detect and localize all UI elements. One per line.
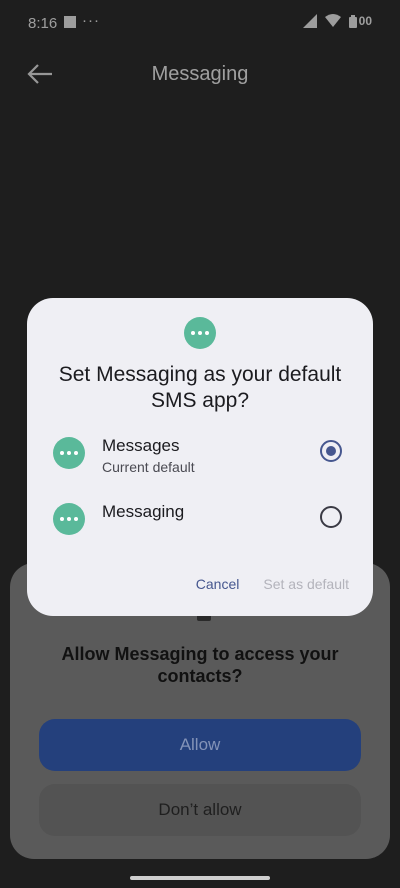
option-messaging[interactable]: Messaging [27, 492, 373, 548]
permission-title: Allow Messaging to access your contacts? [61, 644, 339, 686]
gesture-nav-handle[interactable] [130, 876, 270, 880]
option-messages[interactable]: Messages Current default [27, 426, 373, 482]
messaging-app-icon [184, 317, 216, 349]
radio-button-selected[interactable] [320, 440, 342, 462]
dont-allow-button[interactable]: Don’t allow [39, 784, 361, 836]
messaging-app-icon [53, 503, 85, 535]
option-sublabel: Current default [102, 459, 195, 475]
allow-button[interactable]: Allow [39, 719, 361, 771]
option-label: Messages [102, 436, 180, 455]
messages-app-icon [53, 437, 85, 469]
option-label: Messaging [102, 502, 185, 521]
dialog-title: Set Messaging as your default SMS app? [58, 363, 342, 412]
dialog-actions: Cancel Set as default [196, 576, 349, 592]
default-sms-dialog: Set Messaging as your default SMS app? M… [27, 298, 373, 616]
set-as-default-button[interactable]: Set as default [263, 576, 349, 592]
radio-button[interactable] [320, 506, 342, 528]
cancel-button[interactable]: Cancel [196, 576, 240, 592]
